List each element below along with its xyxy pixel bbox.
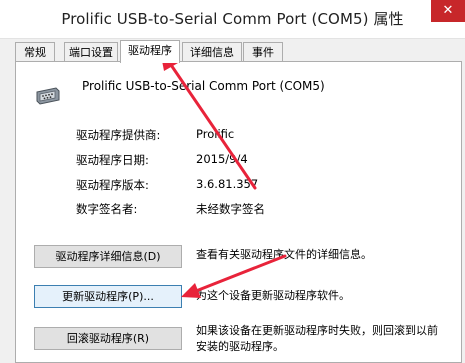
serial-port-icon <box>36 87 60 105</box>
window-title: Prolific USB-to-Serial Comm Port (COM5) … <box>61 10 404 28</box>
rollback-driver-description: 如果该设备在更新驱动程序时失败，则回滚到以前安装的驱动程序。 <box>196 324 438 353</box>
provider-label: 驱动程序提供商: <box>76 128 161 142</box>
tab-general[interactable]: 常规 <box>15 42 55 62</box>
close-icon: ✕ <box>442 3 454 18</box>
rollback-driver-button[interactable]: 回滚驱动程序(R) <box>34 327 182 350</box>
driver-details-button[interactable]: 驱动程序详细信息(D) <box>34 245 182 268</box>
device-name: Prolific USB-to-Serial Comm Port (COM5) <box>82 79 325 93</box>
tab-port-settings[interactable]: 端口设置 <box>64 42 118 62</box>
signer-label: 数字签名者: <box>76 202 138 216</box>
tab-events[interactable]: 事件 <box>243 42 283 62</box>
version-value: 3.6.81.357 <box>196 177 259 191</box>
date-label: 驱动程序日期: <box>76 153 149 167</box>
update-driver-description: 为这个设备更新驱动程序软件。 <box>196 289 350 302</box>
provider-value: Prolific <box>196 127 235 141</box>
tab-driver[interactable]: 驱动程序 <box>120 40 180 63</box>
tab-details[interactable]: 详细信息 <box>182 42 242 62</box>
close-button[interactable]: ✕ <box>431 0 465 22</box>
signer-value: 未经数字签名 <box>196 202 265 216</box>
version-label: 驱动程序版本: <box>76 178 149 192</box>
driver-panel: Prolific USB-to-Serial Comm Port (COM5) … <box>15 61 462 363</box>
title-bar: Prolific USB-to-Serial Comm Port (COM5) … <box>0 0 465 39</box>
date-value: 2015/9/4 <box>196 152 248 166</box>
driver-details-description: 查看有关驱动程序文件的详细信息。 <box>196 248 372 261</box>
update-driver-button[interactable]: 更新驱动程序(P)... <box>34 285 182 308</box>
